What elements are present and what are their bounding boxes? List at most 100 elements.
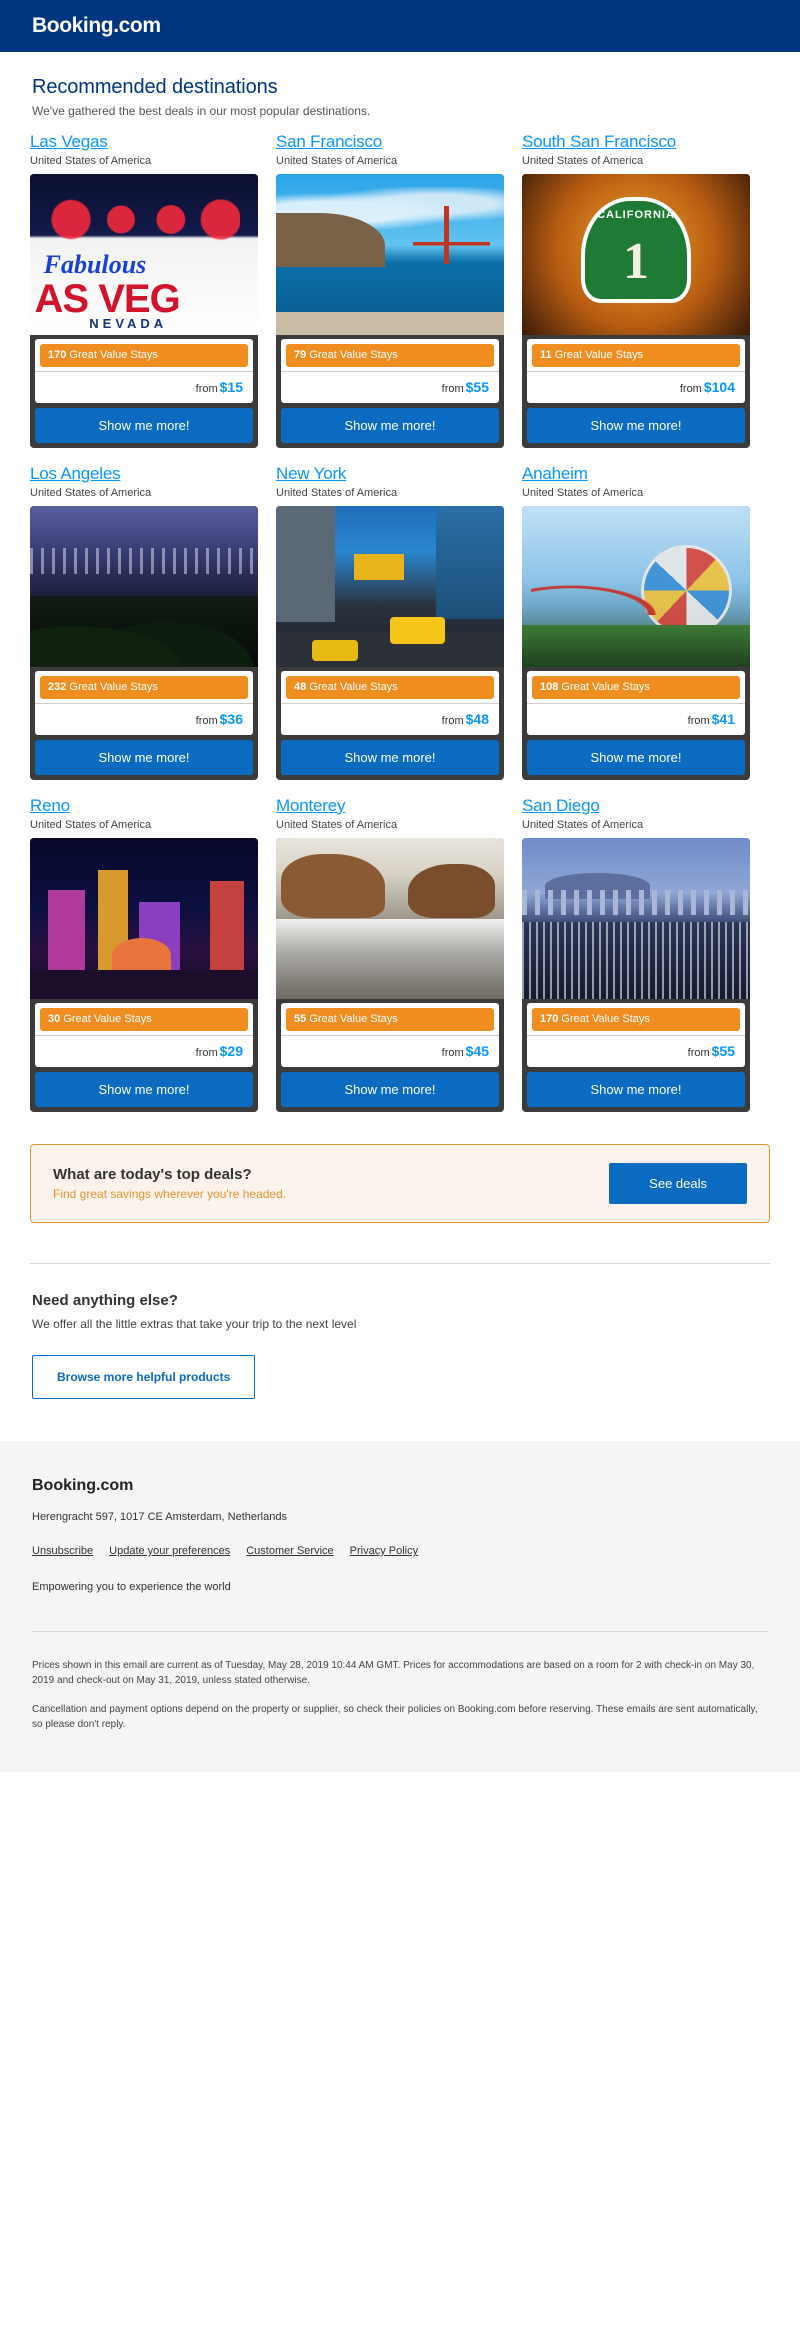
destination-card[interactable]: 30 Great Value Stays from $29 Show me more! [30, 838, 258, 1112]
footer-link[interactable]: Unsubscribe [32, 1545, 93, 1557]
stays-count: 232 [48, 681, 67, 693]
promo-section: What are today's top deals? Find great s… [0, 1128, 800, 1223]
destination-photo[interactable]: CALIFORNIA 1 [522, 174, 750, 335]
destination-country: United States of America [522, 155, 644, 167]
stays-badge-row: 11 Great Value Stays [527, 339, 745, 371]
destination-country: United States of America [276, 819, 398, 831]
footer-link[interactable]: Update your preferences [109, 1545, 230, 1557]
from-label: from [679, 383, 702, 395]
destination-card[interactable]: Fabulous AS VEG NEVADA 170 Great Value Stay… [30, 174, 258, 448]
price-amount: $15 [219, 379, 243, 395]
destination-card[interactable]: 108 Great Value Stays from $41 Show me more… [522, 506, 750, 780]
from-label: from [441, 383, 464, 395]
destination-card[interactable]: 79 Great Value Stays from $55 Show me more! [276, 174, 504, 448]
destination-cell: Reno United States of America 30 Great Val… [30, 796, 276, 1112]
destination-country: United States of America [30, 487, 152, 499]
stays-label: Great Value Stays [561, 1013, 650, 1025]
destination-name-link[interactable]: San Francisco [276, 132, 382, 151]
price-row: from $29 [35, 1035, 253, 1067]
show-me-more-button[interactable]: Show me more! [35, 408, 253, 443]
destination-card[interactable]: CALIFORNIA 1 11 Great Value Stays from $104 S… [522, 174, 750, 448]
destination-name-link[interactable]: San Diego [522, 796, 600, 815]
show-me-more-button[interactable]: Show me more! [527, 1072, 745, 1107]
stays-label: Great Value Stays [309, 681, 398, 693]
destination-card[interactable]: 48 Great Value Stays from $48 Show me more! [276, 506, 504, 780]
destination-name-link[interactable]: South San Francisco [522, 132, 676, 151]
destination-country: United States of America [30, 155, 152, 167]
stays-label: Great Value Stays [63, 1013, 152, 1025]
browse-products-button[interactable]: Browse more helpful products [32, 1355, 256, 1399]
see-deals-button[interactable]: See deals [609, 1163, 747, 1204]
destination-name-link[interactable]: Monterey [276, 796, 345, 815]
destination-name-link[interactable]: Anaheim [522, 464, 588, 483]
top-deals-title: What are today's top deals? [53, 1166, 252, 1183]
top-deals-card: What are today's top deals? Find great s… [30, 1144, 770, 1223]
email-header: Booking.com [0, 0, 800, 52]
show-me-more-button[interactable]: Show me more! [281, 408, 499, 443]
destination-name-link[interactable]: Reno [30, 796, 70, 815]
show-me-more-button[interactable]: Show me more! [527, 408, 745, 443]
destination-name-link[interactable]: Las Vegas [30, 132, 108, 151]
destination-cell: New York United States of America 48 Great… [276, 464, 522, 780]
from-label: from [195, 383, 218, 395]
destination-card[interactable]: 170 Great Value Stays from $55 Show me more… [522, 838, 750, 1112]
destination-info: 79 Great Value Stays from $55 [281, 339, 499, 403]
footer-brand: Booking.com [32, 1477, 134, 1494]
destination-photo[interactable] [30, 838, 258, 999]
intro-section: Recommended destinations We've gathered … [0, 52, 800, 118]
from-label: from [687, 1047, 710, 1059]
destination-photo[interactable] [276, 506, 504, 667]
stays-label: Great Value Stays [561, 681, 650, 693]
destination-country: United States of America [276, 155, 398, 167]
show-me-more-button[interactable]: Show me more! [281, 1072, 499, 1107]
destination-cell: Anaheim United States of America 108 Great… [522, 464, 768, 780]
destination-info: 11 Great Value Stays from $104 [527, 339, 745, 403]
page-subtitle: We've gathered the best deals in our mos… [32, 104, 371, 118]
destination-photo[interactable] [522, 506, 750, 667]
stays-count: 48 [294, 681, 307, 693]
destination-photo[interactable] [30, 506, 258, 667]
stays-badge-row: 48 Great Value Stays [281, 671, 499, 703]
footer-address: Herengracht 597, 1017 CE Amsterdam, Neth… [32, 1511, 287, 1523]
destination-country: United States of America [30, 819, 152, 831]
price-amount: $41 [711, 711, 735, 727]
stays-label: Great Value Stays [69, 349, 158, 361]
footer-link[interactable]: Privacy Policy [350, 1545, 418, 1557]
price-row: from $36 [35, 703, 253, 735]
price-amount: $45 [465, 1043, 489, 1059]
destination-card[interactable]: 232 Great Value Stays from $36 Show me more… [30, 506, 258, 780]
stays-label: Great Value Stays [554, 349, 644, 361]
stays-badge-row: 79 Great Value Stays [281, 339, 499, 371]
destination-cell: Las Vegas United States of America Fabulou… [30, 132, 276, 448]
stays-badge: 79 Great Value Stays [286, 344, 494, 367]
stays-badge-row: 30 Great Value Stays [35, 1003, 253, 1035]
price-amount: $104 [703, 379, 735, 395]
destination-photo[interactable]: Fabulous AS VEG NEVADA [30, 174, 258, 335]
show-me-more-button[interactable]: Show me more! [35, 740, 253, 775]
price-amount: $48 [465, 711, 489, 727]
destination-country: United States of America [276, 487, 398, 499]
show-me-more-button[interactable]: Show me more! [281, 740, 499, 775]
destination-photo[interactable] [276, 174, 504, 335]
email-page: Booking.com Recommended destinations We'… [0, 0, 800, 1772]
destination-card[interactable]: 55 Great Value Stays from $45 Show me more! [276, 838, 504, 1112]
price-row: from $48 [281, 703, 499, 735]
footer-links: Unsubscribe Update your preferences Custom… [32, 1541, 768, 1559]
show-me-more-button[interactable]: Show me more! [527, 740, 745, 775]
destination-cell: Monterey United States of America 55 Great… [276, 796, 522, 1112]
booking-logo[interactable]: Booking.com [32, 14, 161, 38]
fine-print-prices: Prices shown in this email are current a… [32, 1660, 755, 1686]
destinations-grid: Las Vegas United States of America Fabulou… [0, 118, 800, 1128]
destination-info: 48 Great Value Stays from $48 [281, 671, 499, 735]
destination-name-link[interactable]: Los Angeles [30, 464, 121, 483]
destination-photo[interactable] [276, 838, 504, 999]
destination-name-link[interactable]: New York [276, 464, 346, 483]
stays-badge-row: 108 Great Value Stays [527, 671, 745, 703]
footer-link[interactable]: Customer Service [246, 1545, 333, 1557]
price-row: from $55 [527, 1035, 745, 1067]
destination-photo[interactable] [522, 838, 750, 999]
show-me-more-button[interactable]: Show me more! [35, 1072, 253, 1107]
stays-label: Great Value Stays [69, 681, 158, 693]
extras-title: Need anything else? [32, 1292, 178, 1309]
stays-badge-row: 55 Great Value Stays [281, 1003, 499, 1035]
